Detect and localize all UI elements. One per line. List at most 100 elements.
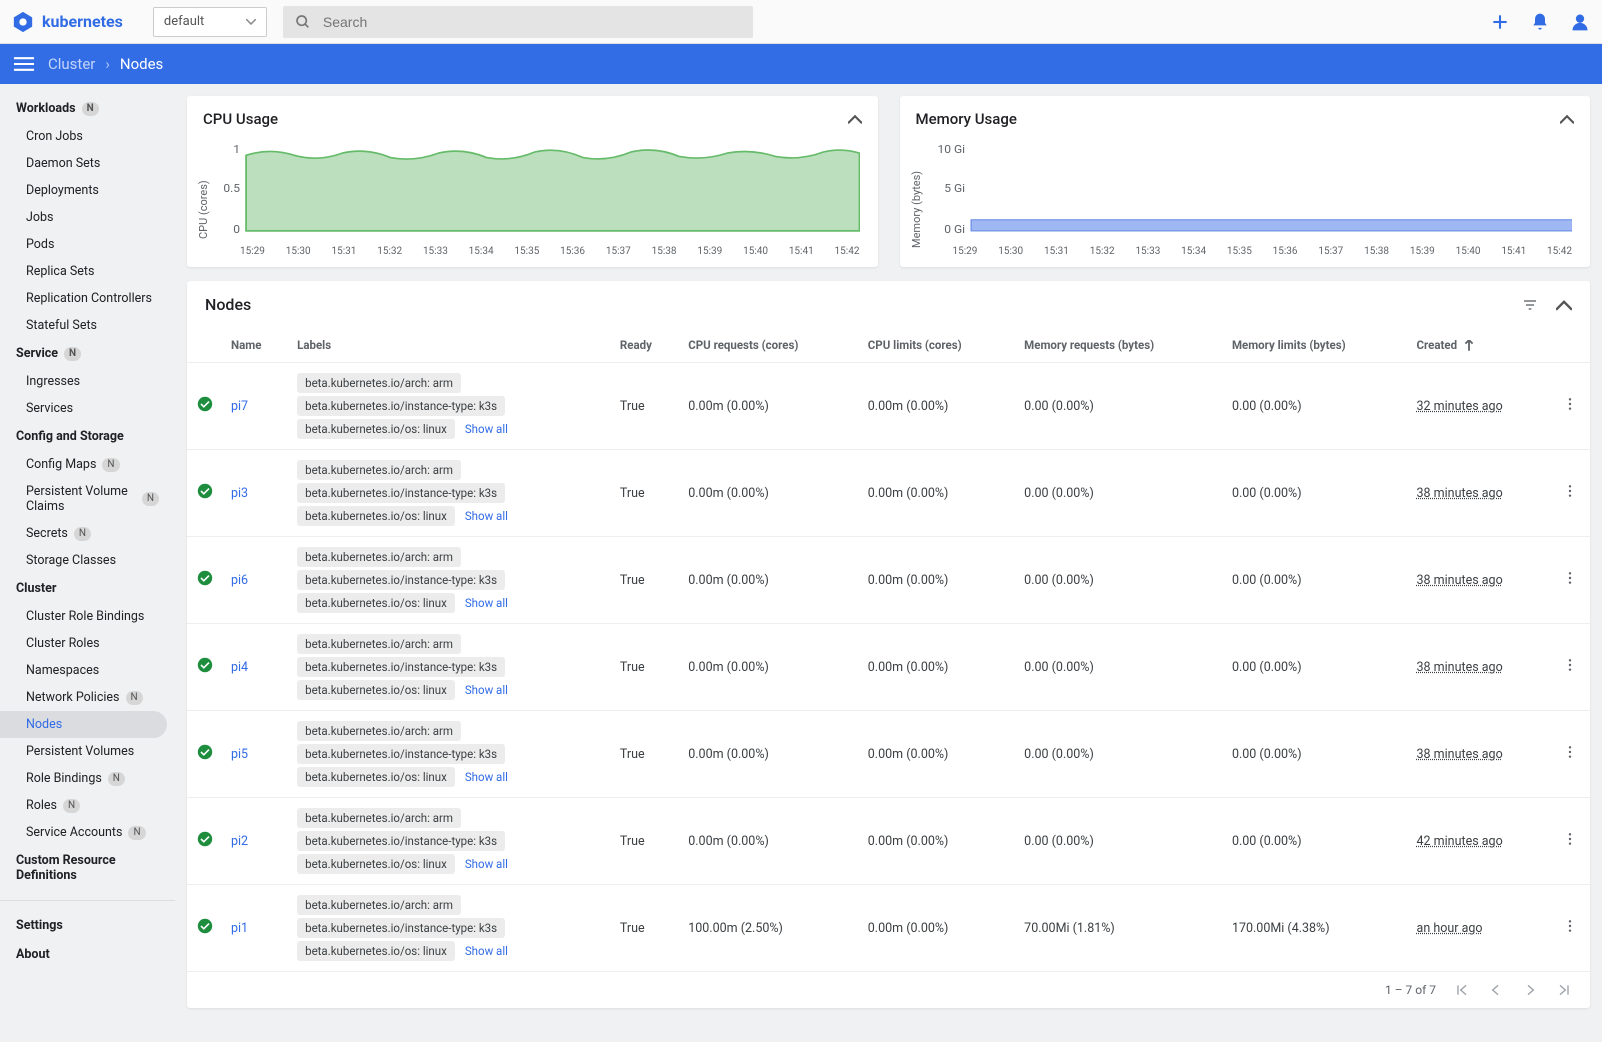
namespace-select[interactable]: default [153, 7, 267, 37]
cell-cpu_req: 0.00m (0.00%) [680, 450, 860, 537]
more-icon[interactable] [1562, 483, 1578, 499]
created-time: 38 minutes ago [1417, 747, 1503, 762]
cell-mem_req: 0.00 (0.00%) [1016, 363, 1224, 450]
badge: N [102, 458, 119, 472]
next-page-icon[interactable] [1522, 982, 1538, 998]
sidebar-section-header[interactable]: ServiceN [0, 339, 175, 368]
sidebar-item[interactable]: Ingresses [0, 368, 175, 395]
sidebar-item[interactable]: Jobs [0, 204, 175, 231]
show-all-link[interactable]: Show all [465, 422, 508, 436]
more-icon[interactable] [1562, 570, 1578, 586]
sidebar-item[interactable]: Persistent Volume ClaimsN [0, 478, 175, 520]
sidebar-item[interactable]: Deployments [0, 177, 175, 204]
tick: 15:33 [1135, 246, 1160, 257]
created-time: an hour ago [1417, 921, 1483, 936]
more-icon[interactable] [1562, 396, 1578, 412]
sidebar-section-header[interactable]: WorkloadsN [0, 94, 175, 123]
sidebar-item[interactable]: Config MapsN [0, 451, 175, 478]
x-ticks: 15:2915:3015:3115:3215:3315:3415:3515:36… [210, 242, 860, 257]
column-header[interactable]: CPU limits (cores) [860, 328, 1016, 363]
label-chip: beta.kubernetes.io/os: linux [297, 593, 455, 613]
label-chip: beta.kubernetes.io/instance-type: k3s [297, 570, 505, 590]
more-icon[interactable] [1562, 744, 1578, 760]
show-all-link[interactable]: Show all [465, 683, 508, 697]
status-ok-icon [197, 657, 213, 673]
node-link[interactable]: pi1 [231, 921, 248, 936]
sidebar-item[interactable]: Service AccountsN [0, 819, 175, 846]
more-icon[interactable] [1562, 918, 1578, 934]
column-header[interactable]: Memory limits (bytes) [1224, 328, 1409, 363]
search-icon [295, 14, 311, 30]
sidebar-item[interactable]: Role BindingsN [0, 765, 175, 792]
svg-text:0.5: 0.5 [223, 181, 240, 194]
show-all-link[interactable]: Show all [465, 944, 508, 958]
sidebar-item[interactable]: Stateful Sets [0, 312, 175, 339]
sidebar-section-header[interactable]: Config and Storage [0, 422, 175, 451]
sidebar-item[interactable]: Replication Controllers [0, 285, 175, 312]
filter-icon[interactable] [1522, 297, 1538, 313]
cell-cpu_req: 100.00m (2.50%) [680, 885, 860, 972]
create-icon[interactable] [1490, 12, 1510, 32]
search-box[interactable] [283, 6, 753, 38]
sidebar-item[interactable]: Cluster Role Bindings [0, 603, 175, 630]
tick: 15:32 [377, 246, 402, 257]
table-row: pi1beta.kubernetes.io/arch: armbeta.kube… [187, 885, 1590, 972]
sidebar-item[interactable]: Pods [0, 231, 175, 258]
column-header[interactable]: Created [1409, 328, 1554, 363]
node-link[interactable]: pi6 [231, 573, 248, 588]
label-chip: beta.kubernetes.io/instance-type: k3s [297, 396, 505, 416]
column-header[interactable]: Labels [289, 328, 612, 363]
node-link[interactable]: pi4 [231, 660, 248, 675]
sidebar-item[interactable]: Cron Jobs [0, 123, 175, 150]
logo[interactable]: kubernetes [12, 11, 123, 33]
tick: 15:34 [1181, 246, 1206, 257]
search-input[interactable] [323, 14, 741, 30]
sidebar-item[interactable]: Persistent Volumes [0, 738, 175, 765]
more-icon[interactable] [1562, 831, 1578, 847]
sidebar-item[interactable]: RolesN [0, 792, 175, 819]
show-all-link[interactable]: Show all [465, 509, 508, 523]
tick: 15:35 [514, 246, 539, 257]
sidebar-item[interactable]: About [0, 940, 175, 969]
badge: N [64, 347, 81, 361]
bell-icon[interactable] [1530, 12, 1550, 32]
sidebar-item[interactable]: Nodes [0, 711, 167, 738]
last-page-icon[interactable] [1556, 982, 1572, 998]
prev-page-icon[interactable] [1488, 982, 1504, 998]
collapse-icon[interactable] [848, 112, 862, 126]
more-icon[interactable] [1562, 657, 1578, 673]
column-header[interactable]: Name [223, 328, 289, 363]
show-all-link[interactable]: Show all [465, 770, 508, 784]
label-chip: beta.kubernetes.io/os: linux [297, 680, 455, 700]
column-header[interactable]: Memory requests (bytes) [1016, 328, 1224, 363]
breadcrumb-parent[interactable]: Cluster [48, 55, 95, 73]
sidebar-item[interactable]: Storage Classes [0, 547, 175, 574]
collapse-icon[interactable] [1560, 112, 1574, 126]
column-header[interactable]: Ready [612, 328, 680, 363]
svg-text:1: 1 [233, 143, 240, 156]
first-page-icon[interactable] [1454, 982, 1470, 998]
sidebar-item[interactable]: Cluster Roles [0, 630, 175, 657]
sidebar-item[interactable]: Services [0, 395, 175, 422]
menu-icon[interactable] [14, 56, 34, 72]
node-link[interactable]: pi2 [231, 834, 248, 849]
sidebar-item[interactable]: SecretsN [0, 520, 175, 547]
sidebar-item[interactable]: Daemon Sets [0, 150, 175, 177]
show-all-link[interactable]: Show all [465, 596, 508, 610]
node-link[interactable]: pi7 [231, 399, 248, 414]
sidebar-item[interactable]: Settings [0, 911, 175, 940]
created-time: 38 minutes ago [1417, 486, 1503, 501]
collapse-icon[interactable] [1556, 297, 1572, 313]
node-link[interactable]: pi3 [231, 486, 248, 501]
sidebar-section-header[interactable]: Cluster [0, 574, 175, 603]
sidebar-item[interactable]: Replica Sets [0, 258, 175, 285]
sidebar-section-header[interactable]: Custom Resource Definitions [0, 846, 175, 890]
user-icon[interactable] [1570, 12, 1590, 32]
column-header[interactable]: CPU requests (cores) [680, 328, 860, 363]
sidebar-item[interactable]: Network PoliciesN [0, 684, 175, 711]
show-all-link[interactable]: Show all [465, 857, 508, 871]
sidebar-item[interactable]: Namespaces [0, 657, 175, 684]
created-time: 38 minutes ago [1417, 660, 1503, 675]
tick: 15:40 [743, 246, 768, 257]
node-link[interactable]: pi5 [231, 747, 248, 762]
